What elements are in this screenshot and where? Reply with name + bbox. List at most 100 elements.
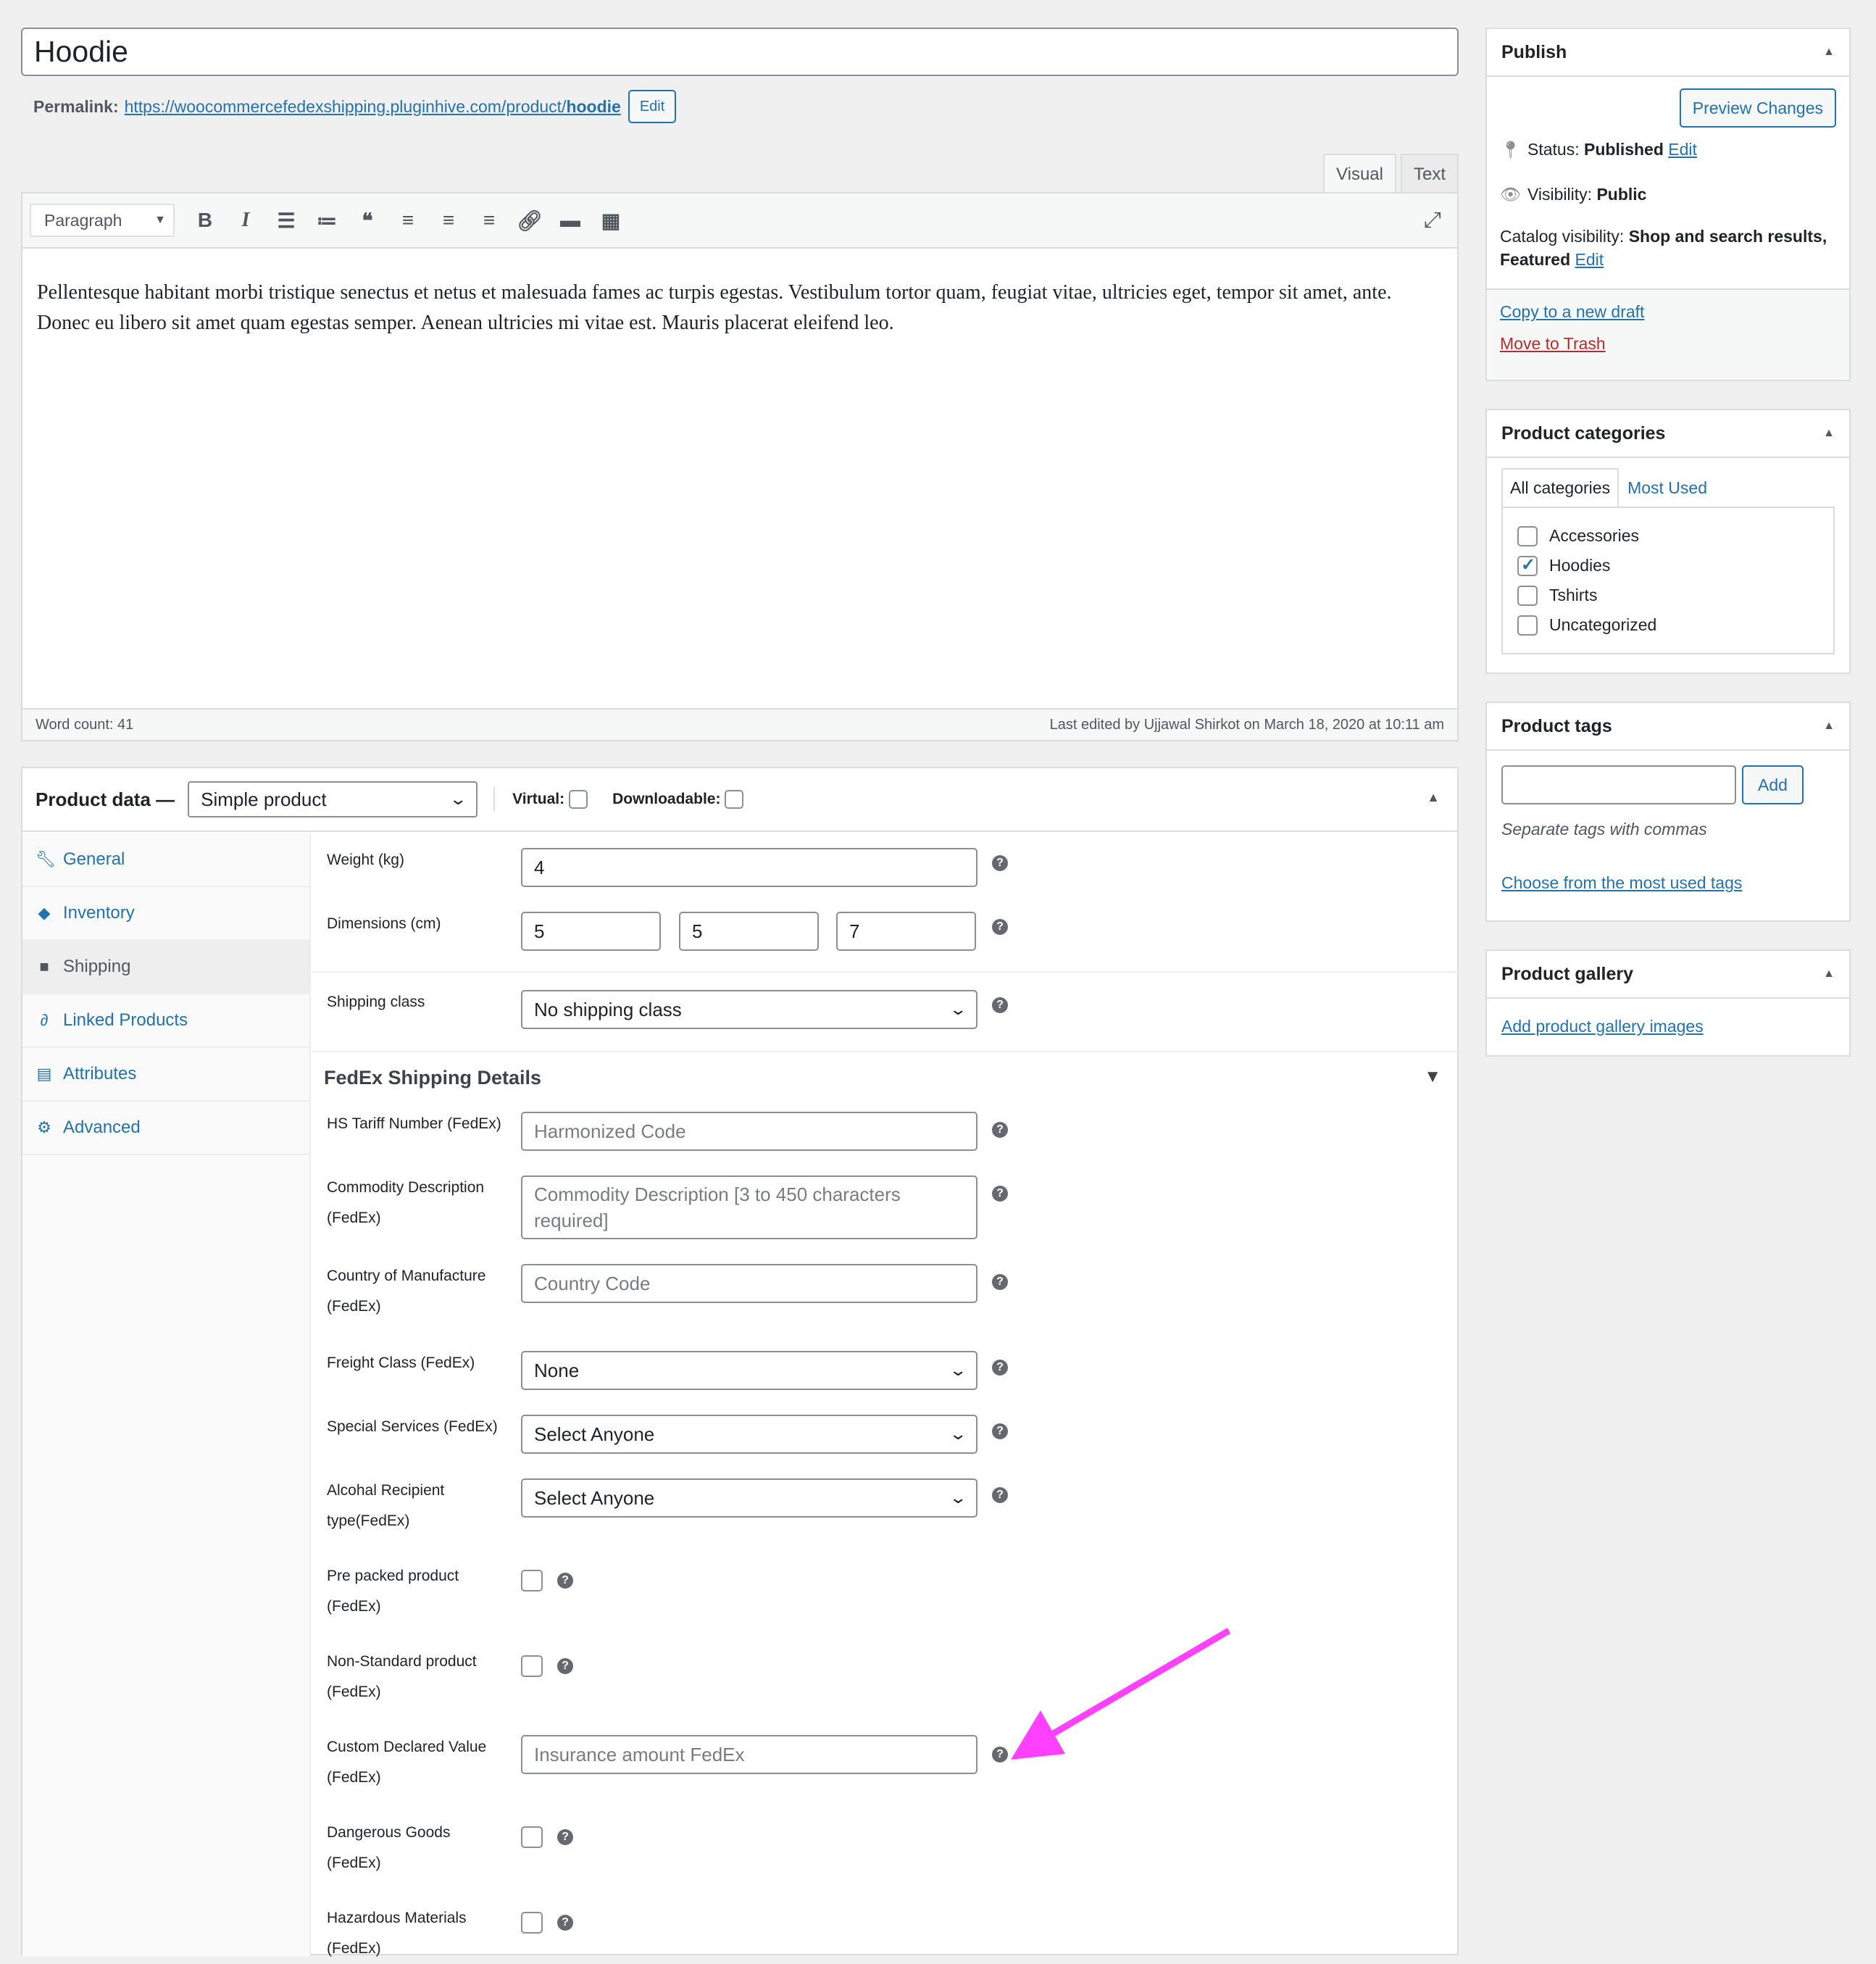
collapse-toggle-icon[interactable]: ▲ [1427,790,1440,805]
move-to-trash-link[interactable]: Move to Trash [1500,334,1606,353]
tab-most-used[interactable]: Most Used [1619,468,1717,507]
preview-changes-button[interactable]: Preview Changes [1679,88,1836,128]
tab-attributes[interactable]: ▤ Attributes [22,1048,309,1102]
help-icon[interactable]: ? [557,1658,573,1674]
bullet-list-icon[interactable]: ☰ [266,209,307,233]
divider [493,787,496,812]
prepacked-label: Pre packed product (FedEx) [327,1568,459,1615]
add-tag-button[interactable]: Add [1742,765,1804,804]
toolbar-toggle-icon[interactable]: ▦ [591,209,631,233]
category-item[interactable]: Accessories [1517,521,1819,551]
link-icon[interactable]: 🔗︎ [509,209,550,233]
category-item[interactable]: Uncategorized [1517,610,1819,640]
permalink-edit-button[interactable]: Edit [628,90,677,123]
help-icon[interactable]: ? [992,1274,1008,1290]
declared-value-input[interactable]: Insurance amount FedEx [521,1735,977,1774]
dangerous-goods-checkbox[interactable] [521,1826,543,1848]
tab-advanced[interactable]: ⚙ Advanced [22,1102,309,1155]
help-icon[interactable]: ? [992,1423,1008,1439]
tab-all-categories[interactable]: All categories [1501,468,1619,507]
tag-input[interactable] [1501,765,1736,804]
height-input[interactable]: 7 [836,912,976,951]
width-input[interactable]: 5 [679,912,819,951]
add-gallery-images-link[interactable]: Add product gallery images [1501,1017,1704,1036]
country-input[interactable]: Country Code [521,1264,977,1303]
help-icon[interactable]: ? [992,855,1008,871]
product-data-title: Product data — [36,788,175,810]
downloadable-checkbox[interactable] [725,790,744,809]
permalink-link[interactable]: https://woocommercefedexshipping.pluginh… [125,97,621,117]
bold-icon[interactable]: B [185,209,225,232]
editor-body[interactable]: Pellentesque habitant morbi tristique se… [22,249,1457,367]
tab-linked-products[interactable]: ∂ Linked Products [22,994,309,1048]
publish-header[interactable]: Publish ▲ [1487,29,1849,77]
product-type-select[interactable]: Simple product ⌄ [188,781,478,817]
tags-box: Product tags ▲ Add Separate tags with com… [1485,702,1851,922]
content-editor: Paragraph ▼ B I ☰ ≔ ❝ ≡ ≡ ≡ 🔗︎ ▬ ▦ ⤢ Pel… [21,192,1459,741]
tab-visual[interactable]: Visual [1323,154,1396,193]
tag-icon: ◆ [38,904,51,922]
help-icon[interactable]: ? [557,1573,573,1589]
virtual-checkbox[interactable] [569,790,588,809]
special-services-select[interactable]: Select Anyone ⌄ [521,1415,977,1454]
help-icon[interactable]: ? [992,1122,1008,1138]
numbered-list-icon[interactable]: ≔ [307,209,347,233]
hs-tariff-label: HS Tariff Number (FedEx) [327,1115,501,1132]
help-icon[interactable]: ? [992,1487,1008,1503]
categories-header[interactable]: Product categories ▲ [1487,410,1849,458]
tab-general[interactable]: 🔧︎ General [22,833,309,887]
help-icon[interactable]: ? [992,997,1008,1013]
commodity-textarea[interactable]: Commodity Description [3 to 450 characte… [521,1176,977,1239]
category-list: Accessories Hoodies Tshirts Uncategorize… [1501,507,1835,654]
freight-select[interactable]: None ⌄ [521,1351,977,1390]
hs-tariff-input[interactable]: Harmonized Code [521,1112,977,1151]
category-item[interactable]: Tshirts [1517,581,1819,610]
choose-tags-link[interactable]: Choose from the most used tags [1501,873,1742,892]
length-input[interactable]: 5 [521,912,661,951]
category-checkbox [1517,585,1538,606]
status-edit-link[interactable]: Edit [1668,140,1697,159]
shipping-class-label: Shipping class [327,994,425,1010]
gear-icon: ⚙ [37,1118,51,1136]
blockquote-icon[interactable]: ❝ [347,209,388,233]
fedex-toggle-icon[interactable]: ▼ [1424,1067,1441,1087]
chevron-down-icon: ⌄ [948,1425,967,1443]
help-icon[interactable]: ? [557,1915,573,1931]
format-select[interactable]: Paragraph ▼ [30,204,175,237]
help-icon[interactable]: ? [992,1360,1008,1376]
nonstandard-checkbox[interactable] [521,1655,543,1677]
category-checkbox [1517,615,1538,636]
fullscreen-icon[interactable]: ⤢ [1424,208,1441,233]
alcohol-recipient-select[interactable]: Select Anyone ⌄ [521,1478,977,1518]
downloadable-checkbox-label[interactable]: Downloadable: [612,790,744,809]
help-icon[interactable]: ? [992,1186,1008,1202]
hazardous-materials-checkbox[interactable] [521,1912,543,1934]
prepacked-checkbox[interactable] [521,1570,543,1591]
align-right-icon[interactable]: ≡ [469,209,509,232]
tab-text[interactable]: Text [1400,154,1459,193]
weight-label: Weight (kg) [327,852,404,868]
shipping-class-select[interactable]: No shipping class ⌄ [521,990,977,1029]
read-more-icon[interactable]: ▬ [550,209,591,232]
editor-status-bar: Word count: 41 Last edited by Ujjawal Sh… [22,708,1457,740]
help-icon[interactable]: ? [557,1829,573,1845]
weight-input[interactable]: 4 [521,848,977,887]
annotation-arrow [1011,1628,1231,1760]
copy-draft-link[interactable]: Copy to a new draft [1500,302,1644,321]
tags-header[interactable]: Product tags ▲ [1487,703,1849,751]
publish-box: Publish ▲ Preview Changes 📍︎ Status: Publi… [1485,28,1851,381]
category-item[interactable]: Hoodies [1517,551,1819,581]
tab-inventory[interactable]: ◆ Inventory [22,887,309,941]
gallery-header[interactable]: Product gallery ▲ [1487,951,1849,999]
product-title-input[interactable]: Hoodie [21,28,1459,76]
virtual-checkbox-label[interactable]: Virtual: [512,790,588,809]
gallery-box: Product gallery ▲ Add product gallery ima… [1485,949,1851,1057]
align-left-icon[interactable]: ≡ [388,209,428,232]
product-data-tabs: 🔧︎ General ◆ Inventory ■ Shipping ∂ Linked P… [22,833,311,1957]
catalog-edit-link[interactable]: Edit [1575,250,1604,269]
align-center-icon[interactable]: ≡ [428,209,469,232]
help-icon[interactable]: ? [992,919,1008,935]
italic-icon[interactable]: I [225,209,266,232]
freight-label: Freight Class (FedEx) [327,1355,475,1371]
tab-shipping[interactable]: ■ Shipping [22,941,309,994]
